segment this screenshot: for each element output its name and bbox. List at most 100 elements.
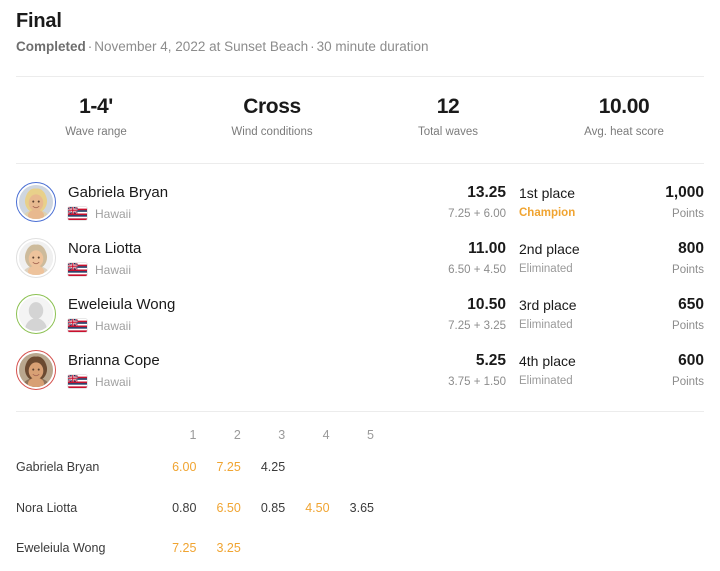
wave-score-cell: 3.25 xyxy=(216,541,241,556)
athlete-country: Hawaii xyxy=(68,206,414,221)
heat-stats: 1-4' Wave range Cross Wind conditions 12 Tota… xyxy=(0,77,720,139)
wave-column-header-2: 2 xyxy=(233,427,241,442)
hawaii-flag-icon xyxy=(68,375,87,389)
wave-score-cell: 0.85 xyxy=(260,500,286,515)
status-badge: Eliminated xyxy=(519,374,573,387)
athlete-total-score: 10.50 xyxy=(467,295,506,313)
avatar xyxy=(16,349,56,390)
stat-value-avg-heat-score: 10.00 xyxy=(598,95,650,119)
wave-score-cell: 7.25 xyxy=(172,541,197,556)
wave-score-cell: 6.00 xyxy=(172,460,197,475)
stat-value-total-waves: 12 xyxy=(436,95,460,119)
athlete-points: 1,000 Points xyxy=(620,184,704,220)
athlete-name: Gabriela Bryan xyxy=(68,183,169,201)
wave-table-header-row: 1 2 3 4 5 xyxy=(16,422,376,448)
athlete-country: Hawaii xyxy=(68,263,414,277)
wave-table-name-header xyxy=(16,422,154,448)
hawaii-flag-icon xyxy=(68,263,87,277)
athlete-place-label: 2nd place xyxy=(519,240,580,257)
wave-score-cell xyxy=(287,528,331,569)
heat-date-location: November 4, 2022 at Sunset Beach xyxy=(94,39,309,54)
stat-wave-range: 1-4' Wave range xyxy=(8,95,184,139)
athlete-country-label: Hawaii xyxy=(95,374,132,389)
athlete-country: Hawaii xyxy=(68,318,414,333)
wave-score-cell xyxy=(332,528,376,569)
athlete-points-value: 1,000 xyxy=(665,183,704,201)
wave-scores-table: 1 2 3 4 5 Gabriela Bryan 6.00 7.25 4.25 Nora Lio… xyxy=(16,422,376,571)
wave-score-cell xyxy=(287,447,331,488)
athlete-points-label: Points xyxy=(672,263,704,276)
wave-column-header-1: 1 xyxy=(189,427,197,442)
athlete-country-label: Hawaii xyxy=(95,206,132,221)
stat-avg-heat-score: 10.00 Avg. heat score xyxy=(536,95,712,139)
athlete-total-score: 11.00 xyxy=(468,239,506,257)
avatar xyxy=(16,293,56,334)
athlete-placement: 3rd place Eliminated xyxy=(506,297,620,332)
athlete-row[interactable]: Gabriela Bryan Hawaii 13.25 7.25 + 6.00 1st … xyxy=(16,174,704,230)
status-badge: Champion xyxy=(519,206,576,219)
stat-label-wind-conditions: Wind conditions xyxy=(231,126,313,139)
wave-row-athlete-name: Eweleiula Wong xyxy=(16,541,106,556)
athlete-points-value: 650 xyxy=(678,295,704,313)
wave-row-athlete-name: Nora Liotta xyxy=(16,500,78,515)
athlete-results-list: Gabriela Bryan Hawaii 13.25 7.25 + 6.00 1st … xyxy=(0,164,720,398)
athlete-points: 800 Points xyxy=(620,240,704,276)
hawaii-flag-icon xyxy=(68,319,87,333)
athlete-identity: Eweleiula Wong Hawaii xyxy=(68,296,414,333)
avatar-image xyxy=(19,296,53,331)
stat-label-wave-range: Wave range xyxy=(65,126,127,139)
athlete-name: Nora Liotta xyxy=(68,239,142,257)
stat-total-waves: 12 Total waves xyxy=(360,95,536,139)
wave-score-cell: 0.80 xyxy=(172,500,197,515)
separator-dot-1: · xyxy=(87,39,93,54)
athlete-score-breakdown: 3.75 + 1.50 xyxy=(448,375,506,388)
athlete-country-label: Hawaii xyxy=(95,318,132,333)
athlete-place-label: 3rd place xyxy=(519,296,577,313)
heat-duration: 30 minute duration xyxy=(316,39,429,54)
avatar xyxy=(16,181,56,222)
athlete-place-label: 1st place xyxy=(519,184,576,201)
heat-result-page: Final Completed · November 4, 2022 at Suns… xyxy=(0,0,720,571)
wave-table-row: Nora Liotta 0.80 6.50 0.85 4.50 3.65 xyxy=(16,488,376,529)
heat-subtitle: Completed · November 4, 2022 at Sunset Bea… xyxy=(16,39,704,55)
wave-table-body: Gabriela Bryan 6.00 7.25 4.25 Nora Liotta 0.8… xyxy=(16,447,376,571)
heat-status: Completed xyxy=(16,39,86,54)
wave-score-cell: 3.65 xyxy=(349,500,374,515)
avatar xyxy=(16,237,56,278)
athlete-placement: 1st place Champion xyxy=(506,185,620,220)
stat-wind-conditions: Cross Wind conditions xyxy=(184,95,360,139)
athlete-points-label: Points xyxy=(672,207,704,220)
avatar-image xyxy=(19,184,53,219)
athlete-row[interactable]: Nora Liotta Hawaii 11.00 6.50 + 4.50 2nd pla… xyxy=(16,230,704,286)
athlete-row[interactable]: Eweleiula Wong Hawaii 10.50 7.25 + 3.25 3rd … xyxy=(16,286,704,342)
athlete-country: Hawaii xyxy=(68,374,414,389)
athlete-points-value: 800 xyxy=(678,239,704,257)
athlete-placement: 2nd place Eliminated xyxy=(506,241,620,276)
athlete-points: 600 Points xyxy=(620,352,704,388)
avatar-image xyxy=(19,352,53,387)
page-title: Final xyxy=(16,10,62,32)
wave-row-athlete-name: Gabriela Bryan xyxy=(16,460,100,475)
status-badge: Eliminated xyxy=(519,262,573,275)
stat-label-total-waves: Total waves xyxy=(417,126,479,139)
athlete-name: Brianna Cope xyxy=(68,351,160,369)
athlete-points: 650 Points xyxy=(620,296,704,332)
athlete-points-value: 600 xyxy=(678,351,704,369)
avatar-image xyxy=(19,240,53,275)
athlete-score-breakdown: 6.50 + 4.50 xyxy=(448,263,506,276)
wave-table-row: Eweleiula Wong 7.25 3.25 xyxy=(16,528,376,569)
athlete-placement: 4th place Eliminated xyxy=(506,353,620,388)
athlete-score-breakdown: 7.25 + 3.25 xyxy=(448,319,506,332)
athlete-score-breakdown: 7.25 + 6.00 xyxy=(448,207,506,220)
wave-score-cell: 7.25 xyxy=(216,460,241,475)
wave-column-header-5: 5 xyxy=(367,427,374,442)
wave-score-cell: 6.50 xyxy=(216,500,241,515)
stat-value-wave-range: 1-4' xyxy=(79,95,113,119)
wave-column-header-3: 3 xyxy=(278,427,286,442)
wave-score-cell xyxy=(332,447,376,488)
athlete-score: 11.00 6.50 + 4.50 xyxy=(414,240,506,276)
wave-score-cell: 4.25 xyxy=(260,460,286,475)
wave-score-cell xyxy=(243,528,287,569)
athlete-total-score: 5.25 xyxy=(475,351,506,369)
athlete-row[interactable]: Brianna Cope Hawaii 5.25 3.75 + 1.50 4th pla… xyxy=(16,342,704,398)
